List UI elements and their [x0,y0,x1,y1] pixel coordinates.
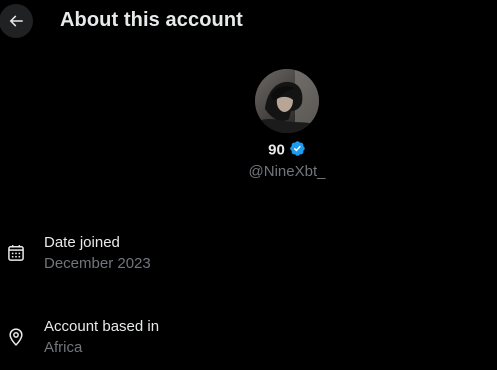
display-name-row: 90 [0,141,497,159]
verified-badge-icon [290,141,305,157]
date-joined-label: Date joined [44,234,120,251]
date-joined-value: December 2023 [44,255,151,272]
account-location-label: Account based in [44,318,160,335]
location-pin-icon [9,328,23,346]
avatar-image [255,69,319,133]
display-name: 90 [268,141,285,159]
account-location-row: Account based in Africa [0,318,497,368]
account-location-value: Africa [44,339,83,356]
about-account-page: About this account 90 @NineXbt_ Date joi… [0,0,497,370]
arrow-left-icon [9,15,23,27]
avatar[interactable] [255,69,319,133]
user-handle: @NineXbt_ [248,163,326,180]
date-joined-row: Date joined December 2023 [0,234,497,284]
page-title: About this account [60,9,243,31]
calendar-icon [8,245,24,261]
back-button[interactable] [0,4,33,38]
